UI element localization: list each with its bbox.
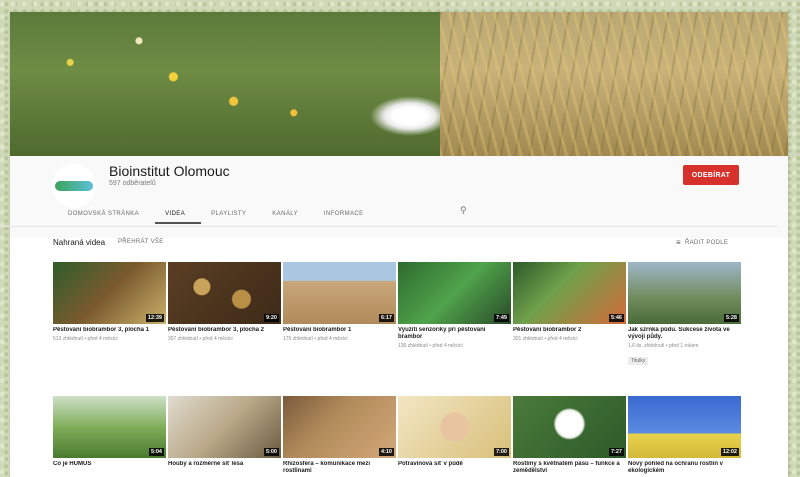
channel-banner bbox=[10, 12, 788, 156]
video-duration: 7:49 bbox=[493, 314, 509, 322]
video-meta: 307 zhlédnutí • před 4 měsíci bbox=[168, 336, 233, 342]
video-duration: 12:02 bbox=[720, 448, 739, 456]
tab-home[interactable]: DOMOVSKÁ STRÁNKA bbox=[58, 208, 155, 224]
sort-icon: ≡ bbox=[676, 238, 681, 247]
video-card[interactable]: 12:02 Nový pohled na ochranu rostlin v ek… bbox=[628, 396, 741, 475]
video-thumbnail[interactable]: 4:10 bbox=[283, 396, 396, 458]
video-thumbnail[interactable]: 7:00 bbox=[398, 396, 511, 458]
video-title[interactable]: Jak szrnká půdu. Sukcese života ve vývoj… bbox=[628, 327, 741, 341]
play-all-button[interactable]: PŘEHRÁT VŠE bbox=[118, 239, 164, 245]
video-thumbnail[interactable]: 6:17 bbox=[283, 262, 396, 324]
channel-tabs: DOMOVSKÁ STRÁNKA VIDEA PLAYLISTY KANÁLY … bbox=[58, 208, 380, 228]
video-thumbnail[interactable]: 5:46 bbox=[513, 262, 626, 324]
channel-avatar[interactable] bbox=[52, 164, 96, 208]
video-title[interactable]: Pěstování biobrambor 1 bbox=[283, 327, 396, 334]
search-icon[interactable]: ⚲ bbox=[460, 205, 467, 216]
sort-button[interactable]: ≡ ŘADIT PODLE bbox=[676, 238, 728, 247]
video-card[interactable]: 9:20 Pěstování biobrambor 3, plocha 2 307 … bbox=[168, 262, 281, 342]
video-card[interactable]: 7:00 Potravinová síť v půdě bbox=[398, 396, 511, 468]
video-title[interactable]: Rhizosféra – komunikace mezi rostlinami bbox=[283, 461, 396, 475]
video-title[interactable]: Pěstování biobrambor 2 bbox=[513, 327, 626, 334]
banner-wheat bbox=[440, 12, 788, 156]
video-card[interactable]: 6:17 Pěstování biobrambor 1 176 zhlédnutí … bbox=[283, 262, 396, 342]
banner-flower bbox=[370, 96, 450, 136]
video-duration: 7:27 bbox=[608, 448, 624, 456]
video-title[interactable]: Rostliny s květnatém pásu – funkce a zem… bbox=[513, 461, 626, 475]
video-card[interactable]: 5:46 Pěstování biobrambor 2 301 zhlédnutí … bbox=[513, 262, 626, 342]
video-thumbnail[interactable]: 9:20 bbox=[168, 262, 281, 324]
tab-videos[interactable]: VIDEA bbox=[155, 208, 202, 224]
video-meta: 301 zhlédnutí • před 4 měsíci bbox=[513, 336, 578, 342]
video-duration: 5:00 bbox=[263, 448, 279, 456]
video-duration: 4:10 bbox=[378, 448, 394, 456]
video-thumbnail[interactable]: 12:02 bbox=[628, 396, 741, 458]
tab-playlists[interactable]: PLAYLISTY bbox=[201, 208, 262, 224]
video-meta: 176 zhlédnutí • před 4 měsíci bbox=[283, 336, 348, 342]
video-card[interactable]: 5:04 Co je HUMUS bbox=[53, 396, 166, 468]
section-title: Nahraná videa bbox=[53, 238, 106, 247]
video-thumbnail[interactable]: 5:28 bbox=[628, 262, 741, 324]
video-duration: 12:39 bbox=[145, 314, 164, 322]
video-thumbnail[interactable]: 5:00 bbox=[168, 396, 281, 458]
video-card[interactable]: 12:39 Pěstování biobrambor 3, plocha 1 513… bbox=[53, 262, 166, 342]
channel-logo bbox=[55, 181, 93, 191]
video-duration: 6:17 bbox=[378, 314, 394, 322]
video-thumbnail[interactable]: 12:39 bbox=[53, 262, 166, 324]
video-duration: 5:28 bbox=[723, 314, 739, 322]
video-card[interactable]: 7:49 Využití senzoriky při pěstování bram… bbox=[398, 262, 511, 349]
video-duration: 5:04 bbox=[148, 448, 164, 456]
video-title[interactable]: Pěstování biobrambor 3, plocha 1 bbox=[53, 327, 166, 334]
captions-badge: Titulky bbox=[628, 357, 649, 365]
subscriber-count: 597 odběratelů bbox=[109, 180, 156, 187]
video-title[interactable]: Potravinová síť v půdě bbox=[398, 461, 511, 468]
sort-label: ŘADIT PODLE bbox=[684, 239, 729, 246]
video-card[interactable]: 5:00 Houby a rozměrné síť lesa bbox=[168, 396, 281, 468]
video-meta: 136 zhlédnutí • před 4 měsíci bbox=[398, 343, 463, 349]
video-title[interactable]: Využití senzoriky při pěstování brambor bbox=[398, 327, 511, 341]
video-title[interactable]: Pěstování biobrambor 3, plocha 2 bbox=[168, 327, 281, 334]
video-duration: 5:46 bbox=[608, 314, 624, 322]
video-meta: 513 zhlédnutí • před 4 měsíci bbox=[53, 336, 118, 342]
video-meta: 1,6 tis. zhlédnutí • před 1 rokem bbox=[628, 343, 699, 349]
tab-channels[interactable]: KANÁLY bbox=[262, 208, 314, 224]
video-title[interactable]: Houby a rozměrné síť lesa bbox=[168, 461, 281, 468]
video-title[interactable]: Co je HUMUS bbox=[53, 461, 166, 468]
video-title[interactable]: Nový pohled na ochranu rostlin v ekologi… bbox=[628, 461, 741, 475]
video-duration: 9:20 bbox=[263, 314, 279, 322]
tabs-divider bbox=[0, 226, 778, 227]
video-card[interactable]: 5:28 Jak szrnká půdu. Sukcese života ve v… bbox=[628, 262, 741, 367]
video-thumbnail[interactable]: 7:27 bbox=[513, 396, 626, 458]
video-card[interactable]: 7:27 Rostliny s květnatém pásu – funkce a… bbox=[513, 396, 626, 475]
video-thumbnail[interactable]: 7:49 bbox=[398, 262, 511, 324]
video-card[interactable]: 4:10 Rhizosféra – komunikace mezi rostlin… bbox=[283, 396, 396, 475]
video-duration: 7:00 bbox=[493, 448, 509, 456]
channel-name: Bioinstitut Olomouc bbox=[109, 163, 230, 179]
subscribe-button[interactable]: ODEBÍRAT bbox=[683, 165, 739, 185]
tab-about[interactable]: INFORMACE bbox=[314, 208, 380, 224]
video-thumbnail[interactable]: 5:04 bbox=[53, 396, 166, 458]
